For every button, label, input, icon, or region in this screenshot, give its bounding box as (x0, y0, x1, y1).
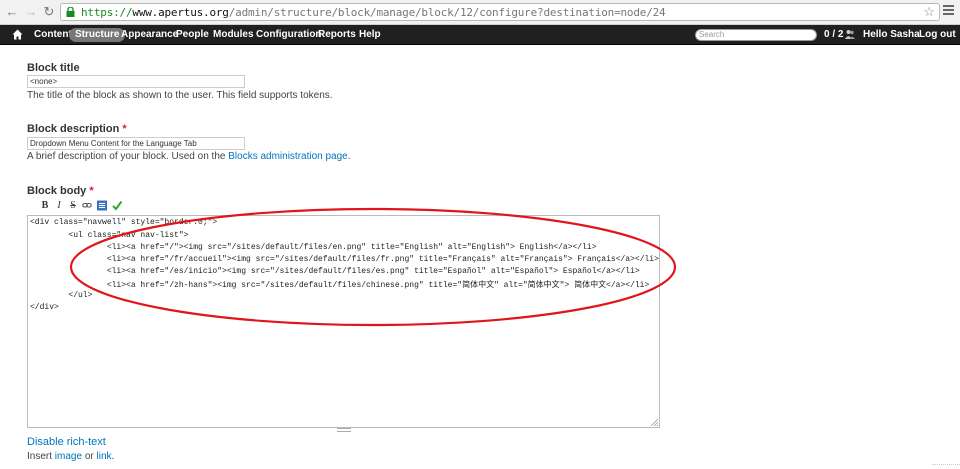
url-path: /admin/structure/block/manage/block/12/c… (228, 6, 666, 19)
logout-link[interactable]: Log out (919, 25, 956, 45)
toolbar-item-reports[interactable]: Reports (318, 25, 356, 45)
block-body-textarea[interactable]: <div class="navwell" style="border:0;"> … (27, 215, 660, 428)
block-description-help-prefix: A brief description of your block. Used … (27, 151, 229, 162)
block-description-label: Block description * (27, 123, 127, 135)
block-description-label-text: Block description (27, 123, 120, 135)
divider (932, 464, 960, 466)
strikethrough-button[interactable]: S (68, 200, 78, 211)
address-bar[interactable]: https://www.apertus.org/admin/structure/… (60, 3, 940, 21)
toolbar-item-modules[interactable]: Modules (213, 25, 254, 45)
back-icon[interactable]: ← (5, 5, 19, 19)
insert-suffix: . (111, 451, 115, 462)
insert-prefix: Insert (27, 451, 55, 462)
italic-button[interactable]: I (54, 200, 64, 211)
toolbar-item-help[interactable]: Help (359, 25, 381, 45)
checkmark-icon[interactable] (112, 200, 122, 211)
bold-button[interactable]: B (40, 200, 50, 211)
block-title-input[interactable]: <none> (27, 75, 245, 88)
insert-help: Insert image or link. (27, 451, 114, 462)
code-line: </ul> (30, 291, 93, 300)
link-icon[interactable] (82, 200, 92, 211)
block-body-label-text: Block body (27, 185, 87, 197)
block-description-help: A brief description of your block. Used … (27, 151, 351, 162)
bookmark-star-icon[interactable]: ☆ (923, 4, 935, 20)
lock-icon (66, 7, 75, 17)
block-body-label: Block body * (27, 185, 94, 197)
url-text: https://www.apertus.org/admin/structure/… (81, 6, 666, 19)
toolbar-search-input[interactable]: Search (695, 29, 817, 41)
toolbar-item-people[interactable]: People (176, 25, 209, 45)
toolbar-item-content[interactable]: Content (34, 25, 72, 45)
url-host: www.apertus.org (132, 6, 229, 19)
insert-image-link[interactable]: image (55, 451, 82, 462)
browser-menu-icon[interactable] (943, 5, 954, 17)
resize-grip-icon[interactable] (650, 418, 658, 426)
block-description-input[interactable]: Dropdown Menu Content for the Language T… (27, 137, 245, 150)
code-line: </div> (30, 303, 59, 312)
toolbar-item-appearance[interactable]: Appearance (121, 25, 178, 45)
code-line: <li><a href="/es/inicio"><img src="/site… (30, 267, 640, 276)
browser-toolbar: ← → ↻ https://www.apertus.org/admin/stru… (0, 0, 960, 25)
required-mark: * (89, 185, 94, 197)
code-line: <ul class="nav nav-list"> (30, 231, 189, 240)
admin-toolbar: Content Structure Appearance People Modu… (0, 25, 960, 45)
block-title-label: Block title (27, 62, 80, 74)
insert-link-link[interactable]: link (97, 451, 112, 462)
user-greeting[interactable]: Hello Sasha (863, 25, 920, 45)
code-line: <li><a href="/fr/accueil"><img src="/sit… (30, 255, 659, 264)
users-online-count: 0 / 2 (824, 29, 844, 40)
block-description-help-suffix: . (347, 151, 351, 162)
code-line: <div class="navwell" style="border:0;"> (30, 218, 218, 227)
toolbar-item-configuration[interactable]: Configuration (256, 25, 322, 45)
insert-or: or (82, 451, 97, 462)
blocks-admin-page-link[interactable]: Blocks administration page (228, 151, 348, 162)
image-icon[interactable] (97, 200, 107, 211)
required-mark: * (122, 123, 127, 135)
disable-rich-text-link[interactable]: Disable rich-text (27, 436, 106, 448)
code-line: <li><a href="/"><img src="/sites/default… (30, 243, 597, 252)
home-icon[interactable] (12, 29, 23, 40)
people-icon (845, 30, 855, 39)
block-title-description: The title of the block as shown to the u… (27, 90, 333, 101)
url-protocol: https:// (81, 6, 133, 19)
reload-icon[interactable]: ↻ (42, 5, 56, 19)
toolbar-item-structure[interactable]: Structure (69, 28, 126, 42)
forward-icon[interactable]: → (24, 5, 38, 19)
textarea-grippie[interactable] (337, 428, 351, 432)
code-line: <li><a href="/zh-hans"><img src="/sites/… (30, 281, 650, 290)
